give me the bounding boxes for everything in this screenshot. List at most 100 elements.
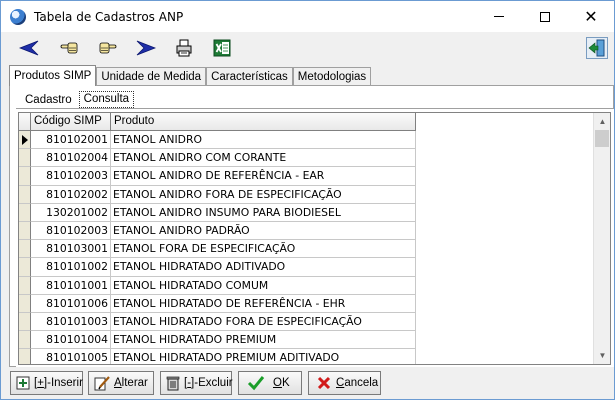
cell-codigo[interactable]: 810101002 bbox=[31, 258, 111, 277]
row-indicator bbox=[19, 331, 31, 350]
cell-codigo[interactable]: 810102002 bbox=[31, 185, 111, 204]
cell-codigo[interactable]: 810103001 bbox=[31, 240, 111, 259]
cell-produto[interactable]: ETANOL HIDRATADO ADITIVADO bbox=[111, 258, 416, 277]
row-indicator bbox=[19, 221, 31, 241]
table-row[interactable]: 810102003 ETANOL ANIDRO PADRÃO bbox=[19, 221, 417, 241]
ok-label: OK bbox=[273, 377, 290, 389]
main-tabs: Produtos SIMP Unidade de Medida Caracter… bbox=[9, 65, 372, 86]
scroll-down-icon[interactable]: ▼ bbox=[594, 347, 610, 364]
main-window: Tabela de Cadastros ANP ✕ Produtos SIMP … bbox=[0, 0, 615, 400]
print-button[interactable] bbox=[172, 37, 196, 59]
table-row[interactable]: 810102003 ETANOL ANIDRO DE REFERÊNCIA - E… bbox=[19, 167, 417, 186]
insert-label: [+]-Inserir bbox=[34, 377, 83, 389]
cell-codigo[interactable]: 810101006 bbox=[31, 294, 111, 313]
delete-label: [-]-Excluir bbox=[184, 377, 233, 389]
export-excel-button[interactable] bbox=[210, 37, 234, 59]
arrow-right-icon bbox=[136, 40, 156, 56]
table-row[interactable]: 810101001 ETANOL HIDRATADO COMUM bbox=[19, 276, 417, 295]
title-bar: Tabela de Cadastros ANP ✕ bbox=[1, 1, 614, 32]
insert-button[interactable]: [+]-Inserir bbox=[10, 371, 83, 395]
column-header-codigo[interactable]: Código SIMP bbox=[31, 113, 111, 131]
cell-produto[interactable]: ETANOL HIDRATADO FORA DE ESPECIFICAÇÃO bbox=[111, 312, 416, 332]
tab-produtos-simp[interactable]: Produtos SIMP bbox=[9, 65, 97, 86]
tab-unidade-de-medida[interactable]: Unidade de Medida bbox=[96, 67, 207, 85]
cell-codigo[interactable]: 810101005 bbox=[31, 349, 111, 364]
delete-button[interactable]: [-]-Excluir bbox=[160, 371, 233, 395]
cell-produto[interactable]: ETANOL HIDRATADO PREMIUM ADITIVADO bbox=[111, 349, 416, 364]
table-row[interactable]: 810102002 ETANOL ANIDRO FORA DE ESPECIFIC… bbox=[19, 185, 417, 204]
cell-codigo[interactable]: 810101003 bbox=[31, 312, 111, 332]
hand-right-icon bbox=[99, 42, 117, 54]
edit-pencil-icon bbox=[93, 374, 111, 392]
maximize-button[interactable] bbox=[522, 1, 568, 32]
maximize-icon bbox=[540, 11, 550, 22]
minimize-button[interactable] bbox=[476, 1, 522, 32]
scroll-up-icon[interactable]: ▲ bbox=[594, 113, 610, 130]
cell-codigo[interactable]: 810102003 bbox=[31, 167, 111, 186]
row-indicator bbox=[19, 167, 31, 186]
table-row[interactable]: 810103001 ETANOL FORA DE ESPECIFICAÇÃO bbox=[19, 240, 417, 259]
tab-consulta[interactable]: Consulta bbox=[78, 91, 135, 108]
cell-produto[interactable]: ETANOL ANIDRO FORA DE ESPECIFICAÇÃO bbox=[111, 185, 416, 204]
row-indicator bbox=[19, 203, 31, 222]
row-indicator bbox=[19, 258, 31, 277]
close-icon: ✕ bbox=[584, 6, 598, 26]
cell-codigo[interactable]: 810102003 bbox=[31, 221, 111, 241]
row-indicator bbox=[19, 349, 31, 364]
cell-produto[interactable]: ETANOL ANIDRO COM CORANTE bbox=[111, 149, 416, 168]
last-record-button[interactable] bbox=[134, 37, 158, 59]
scroll-thumb[interactable] bbox=[595, 130, 609, 147]
cell-codigo[interactable]: 810102001 bbox=[31, 131, 111, 150]
column-header-produto[interactable]: Produto bbox=[111, 113, 416, 131]
checkmark-icon bbox=[247, 374, 265, 392]
cell-produto[interactable]: ETANOL HIDRATADO DE REFERÊNCIA - EHR bbox=[111, 294, 416, 313]
cell-produto[interactable]: ETANOL ANIDRO bbox=[111, 131, 416, 150]
ok-button[interactable]: OK bbox=[238, 371, 302, 395]
tab-cadastro[interactable]: Cadastro bbox=[20, 92, 77, 108]
excel-icon bbox=[213, 39, 231, 57]
row-indicator bbox=[19, 149, 31, 168]
arrow-left-icon bbox=[19, 40, 39, 56]
exit-door-icon bbox=[588, 39, 605, 57]
app-globe-icon bbox=[10, 9, 26, 25]
hand-left-icon bbox=[60, 42, 78, 54]
cell-produto[interactable]: ETANOL FORA DE ESPECIFICAÇÃO bbox=[111, 240, 416, 259]
table-row[interactable]: 810102001 ETANOL ANIDRO bbox=[19, 131, 417, 150]
table-row[interactable]: 810101002 ETANOL HIDRATADO ADITIVADO bbox=[19, 258, 417, 277]
cell-produto[interactable]: ETANOL ANIDRO PADRÃO bbox=[111, 221, 416, 241]
cancel-button[interactable]: Cancela bbox=[308, 371, 381, 395]
cell-produto[interactable]: ETANOL HIDRATADO PREMIUM bbox=[111, 331, 416, 350]
cell-codigo[interactable]: 810101001 bbox=[31, 276, 111, 295]
first-record-button[interactable] bbox=[17, 37, 41, 59]
table-row[interactable]: 130201002 ETANOL ANIDRO INSUMO PARA BIODI… bbox=[19, 203, 417, 222]
current-row-arrow-icon bbox=[21, 134, 28, 145]
edit-button[interactable]: Alterar bbox=[88, 371, 154, 395]
cell-codigo[interactable]: 810102004 bbox=[31, 149, 111, 168]
cell-produto[interactable]: ETANOL HIDRATADO COMUM bbox=[111, 276, 416, 295]
trash-icon bbox=[165, 374, 181, 392]
cell-codigo[interactable]: 810101004 bbox=[31, 331, 111, 350]
printer-icon bbox=[176, 39, 192, 57]
close-button[interactable]: ✕ bbox=[568, 1, 614, 32]
toolbar bbox=[1, 32, 614, 64]
row-indicator bbox=[19, 240, 31, 259]
consulta-panel: Código SIMP Produto 810102001 ETANOL ANID… bbox=[16, 108, 614, 367]
exit-button[interactable] bbox=[586, 37, 608, 59]
previous-record-button[interactable] bbox=[57, 37, 81, 59]
table-row[interactable]: 810101003 ETANOL HIDRATADO FORA DE ESPECI… bbox=[19, 312, 417, 332]
action-bar: [+]-Inserir Alterar [-]-Excluir OK Cance… bbox=[1, 369, 614, 399]
row-indicator bbox=[19, 276, 31, 295]
vertical-scrollbar[interactable]: ▲ ▼ bbox=[593, 113, 610, 364]
table-row[interactable]: 810101004 ETANOL HIDRATADO PREMIUM bbox=[19, 331, 417, 350]
row-indicator bbox=[19, 294, 31, 313]
table-row[interactable]: 810101006 ETANOL HIDRATADO DE REFERÊNCIA … bbox=[19, 294, 417, 313]
cell-produto[interactable]: ETANOL ANIDRO INSUMO PARA BIODIESEL bbox=[111, 203, 416, 222]
tab-metodologias[interactable]: Metodologias bbox=[292, 67, 372, 85]
cell-produto[interactable]: ETANOL ANIDRO DE REFERÊNCIA - EAR bbox=[111, 167, 416, 186]
table-row[interactable]: 810102004 ETANOL ANIDRO COM CORANTE bbox=[19, 149, 417, 168]
tab-caracteristicas[interactable]: Características bbox=[206, 67, 293, 85]
next-record-button[interactable] bbox=[96, 37, 120, 59]
cell-codigo[interactable]: 130201002 bbox=[31, 203, 111, 222]
table-row[interactable]: 810101005 ETANOL HIDRATADO PREMIUM ADITIV… bbox=[19, 349, 417, 364]
grid-header: Código SIMP Produto bbox=[19, 113, 416, 131]
